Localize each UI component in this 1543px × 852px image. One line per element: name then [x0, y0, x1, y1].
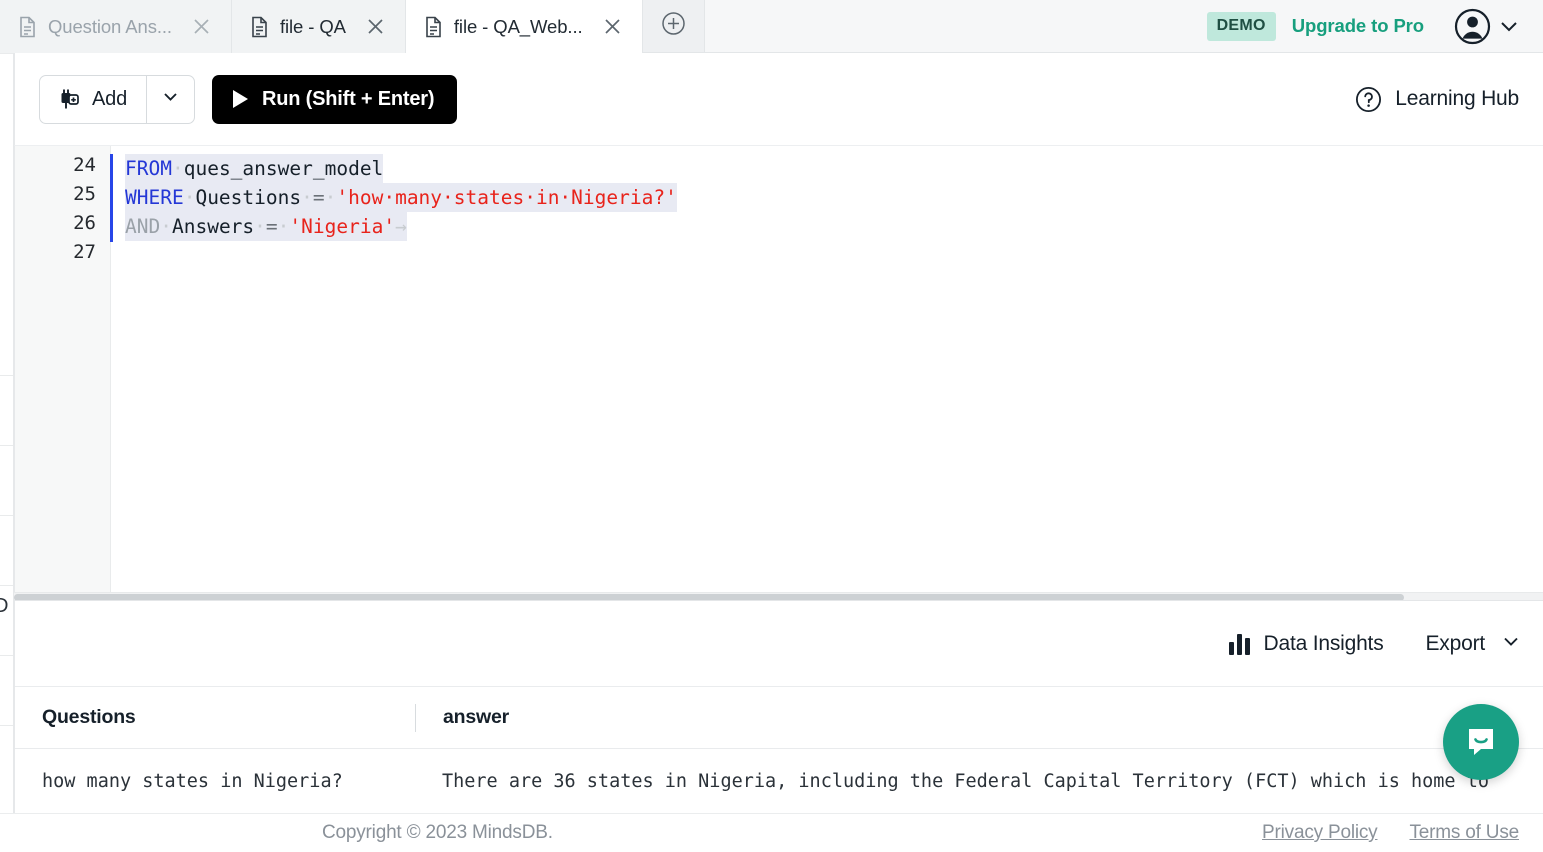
question-circle-icon: [1355, 86, 1382, 113]
line-number: 24: [73, 154, 96, 176]
close-icon[interactable]: [363, 14, 389, 40]
code-token: FROM: [125, 157, 172, 180]
code-token: 'Nigeria': [289, 215, 396, 238]
close-icon[interactable]: [189, 14, 215, 40]
document-icon: [18, 16, 37, 38]
chevron-down-icon: [161, 87, 180, 111]
code-token: Answers: [171, 215, 255, 238]
table-row[interactable]: how many states in Nigeria? There are 36…: [15, 749, 1543, 813]
code-token: 'how·many·states·in·Nigeria?': [336, 186, 677, 209]
tab-bar: Question Ans... file - QA file - QA_Web.…: [0, 0, 1543, 53]
app-window: Question Ans... file - QA file - QA_Web.…: [0, 0, 1543, 852]
sidebar-cutoff-glyph: D: [0, 595, 8, 617]
tab-label: file - QA: [279, 15, 346, 37]
column-header-answer[interactable]: answer: [416, 687, 1543, 749]
cell-answer: There are 36 states in Nigeria, includin…: [442, 770, 1489, 792]
upgrade-to-pro-link[interactable]: Upgrade to Pro: [1292, 15, 1424, 37]
data-insights-label: Data Insights: [1263, 631, 1384, 655]
chat-bubble-smile-icon[interactable]: [1443, 704, 1519, 780]
code-line-25[interactable]: WHERE·Questions·=·'how·many·states·in·Ni…: [125, 183, 677, 212]
code-token: AND: [125, 215, 161, 238]
tab-question-answering[interactable]: Question Ans...: [0, 0, 232, 53]
editor-gutter: 24 25 26 27: [15, 146, 111, 598]
new-tab-button[interactable]: [642, 0, 705, 52]
export-button[interactable]: Export: [1426, 631, 1522, 656]
code-token: ·: [171, 157, 184, 180]
account-menu[interactable]: [1454, 8, 1521, 45]
code-token: WHERE: [125, 186, 184, 209]
editor-toolbar: Add Run (Shift + Enter) Learning Hub: [14, 53, 1543, 145]
tab-label: Question Ans...: [48, 15, 172, 37]
document-icon: [250, 16, 269, 38]
chat-bubble-glyph: [1469, 729, 1493, 755]
chevron-down-icon: [1497, 14, 1521, 38]
document-icon: [424, 16, 443, 38]
tab-label: file - QA_Web...: [453, 15, 583, 37]
code-token: ·: [183, 186, 196, 209]
code-token: Questions: [195, 186, 302, 209]
editor-code[interactable]: FROM·ques_answer_model WHERE·Questions·=…: [125, 146, 1543, 320]
demo-badge: DEMO: [1206, 11, 1276, 41]
plus-circle-icon: [661, 11, 686, 41]
code-token: ·: [324, 186, 337, 209]
learning-hub-label: Learning Hub: [1395, 87, 1519, 110]
editor-horizontal-scrollbar[interactable]: [14, 592, 1543, 601]
code-token: ques_answer_model: [183, 157, 384, 180]
add-button-label: Add: [92, 87, 127, 110]
cell-questions: how many states in Nigeria?: [42, 770, 343, 792]
tab-file-qa[interactable]: file - QA: [231, 0, 406, 53]
code-token: =: [265, 215, 278, 238]
code-token: ·: [254, 215, 266, 238]
run-button[interactable]: Run (Shift + Enter): [212, 74, 458, 124]
selection-marker: [110, 154, 113, 242]
code-token: ·: [301, 186, 313, 209]
tab-bar-right: DEMO Upgrade to Pro: [1206, 0, 1543, 52]
add-button-group[interactable]: Add: [39, 74, 195, 124]
tab-file-qa-web[interactable]: file - QA_Web...: [405, 0, 643, 53]
code-line-26[interactable]: AND·Answers·=·'Nigeria'→: [125, 212, 407, 241]
code-token: →: [395, 215, 407, 238]
run-button-label: Run (Shift + Enter): [262, 87, 435, 110]
play-icon: [233, 90, 248, 108]
line-number: 26: [73, 212, 96, 234]
terms-of-use-link[interactable]: Terms of Use: [1409, 822, 1519, 844]
bar-chart-icon: [1228, 633, 1250, 655]
copyright-text: Copyright © 2023 MindsDB.: [322, 822, 553, 843]
line-number: 25: [73, 183, 96, 205]
user-avatar-icon: [1454, 8, 1491, 45]
code-token: ·: [277, 215, 290, 238]
close-icon[interactable]: [600, 14, 626, 40]
table-header-row: Questions answer: [15, 687, 1543, 749]
code-token: ·: [160, 215, 172, 238]
code-line-24[interactable]: FROM·ques_answer_model: [125, 154, 384, 183]
sql-editor[interactable]: 24 25 26 27 FROM·ques_answer_model WHERE…: [14, 145, 1543, 598]
results-table: Questions answer how many states in Nige…: [15, 687, 1543, 813]
footer-links: Privacy Policy Terms of Use: [1262, 822, 1519, 844]
column-header-questions[interactable]: Questions: [15, 687, 415, 749]
chevron-down-icon: [1501, 631, 1521, 656]
privacy-policy-link[interactable]: Privacy Policy: [1262, 822, 1378, 844]
code-token: =: [312, 186, 325, 209]
database-plug-plus-icon: [57, 88, 80, 111]
add-dropdown-button[interactable]: [146, 75, 194, 123]
export-label: Export: [1425, 631, 1486, 655]
add-button[interactable]: Add: [40, 76, 146, 123]
learning-hub-button[interactable]: Learning Hub: [1355, 86, 1519, 113]
line-number: 27: [73, 241, 96, 263]
results-toolbar: Data Insights Export: [15, 601, 1543, 687]
data-insights-button[interactable]: Data Insights: [1228, 631, 1384, 656]
left-sidebar-sliver: D: [0, 53, 14, 852]
results-panel: Data Insights Export Questions answer ho…: [14, 600, 1543, 813]
page-footer: Copyright © 2023 MindsDB. Privacy Policy…: [0, 813, 1543, 852]
